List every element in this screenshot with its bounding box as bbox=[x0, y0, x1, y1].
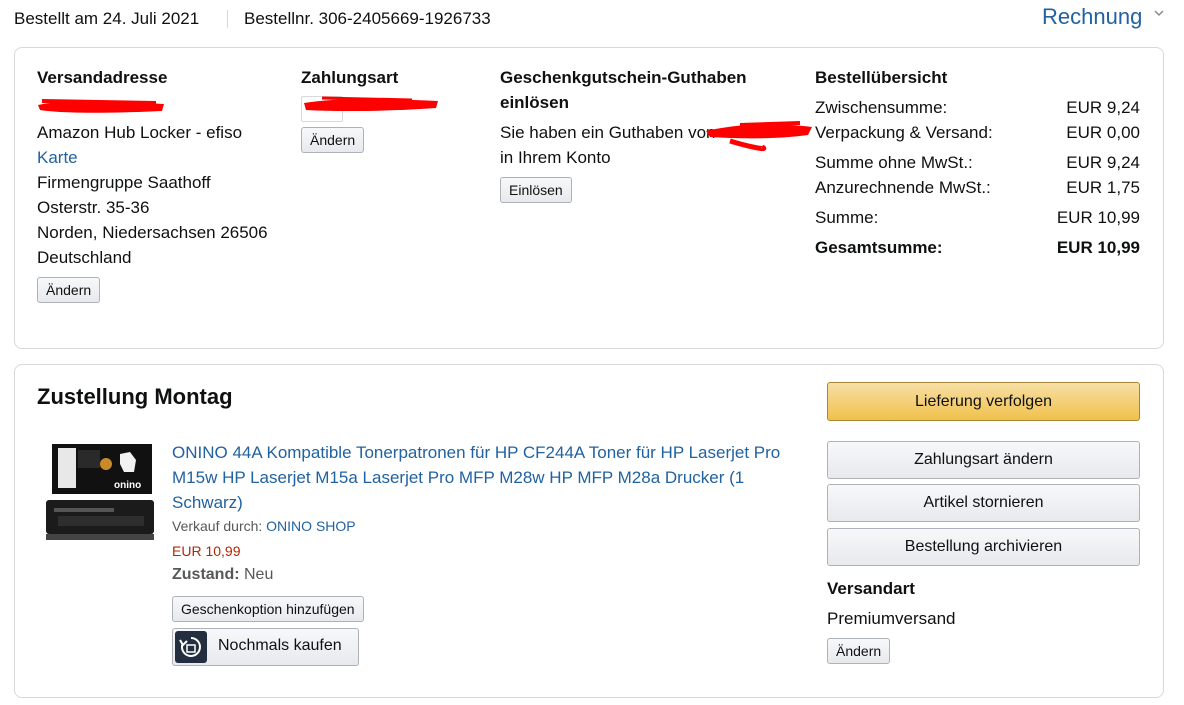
sold-by: Verkauf durch: ONINO SHOP bbox=[172, 518, 356, 534]
summary-value: EUR 10,99 bbox=[1056, 208, 1140, 227]
gift-card-heading-2: einlösen bbox=[500, 93, 569, 112]
shipping-address-heading: Versandadresse bbox=[37, 68, 168, 87]
summary-total-label: Gesamtsumme: bbox=[815, 238, 943, 257]
change-payment-button[interactable]: Ändern bbox=[301, 127, 365, 153]
sold-by-label: Verkauf durch: bbox=[172, 518, 263, 534]
gift-card-account-text: in Ihrem Konto bbox=[500, 148, 611, 167]
change-shipping-method-button[interactable]: Ändern bbox=[827, 638, 891, 664]
product-title-link[interactable]: ONINO 44A Kompatible Tonerpatronen für H… bbox=[172, 440, 802, 515]
archive-order-button[interactable]: Bestellung archivieren bbox=[827, 528, 1140, 566]
header-divider bbox=[227, 10, 228, 28]
summary-value: EUR 1,75 bbox=[1066, 178, 1140, 197]
order-header: Bestellt am 24. Juli 2021 Bestellnr. 306… bbox=[0, 0, 1184, 38]
add-gift-option-button[interactable]: Geschenkoption hinzufügen bbox=[172, 596, 364, 622]
track-package-button[interactable]: Lieferung verfolgen bbox=[827, 382, 1140, 421]
chevron-down-icon[interactable] bbox=[1152, 6, 1166, 20]
address-line-5: Deutschland bbox=[37, 248, 132, 267]
summary-value: EUR 0,00 bbox=[1066, 123, 1140, 142]
delivery-title: Zustellung Montag bbox=[37, 384, 233, 409]
order-details-box bbox=[14, 47, 1164, 349]
address-line-3: Osterstr. 35-36 bbox=[37, 198, 150, 217]
item-condition: Zustand: Neu bbox=[172, 566, 273, 584]
address-line-2: Firmengruppe Saathoff bbox=[37, 173, 211, 192]
map-link[interactable]: Karte bbox=[37, 145, 78, 170]
condition-label: Zustand: bbox=[172, 566, 240, 583]
gift-card-heading: Geschenkgutschein-Guthaben bbox=[500, 68, 747, 87]
summary-total-value: EUR 10,99 bbox=[1056, 238, 1140, 257]
gift-card-balance-text: Sie haben ein Guthaben von bbox=[500, 123, 716, 142]
order-number: Bestellnr. 306-2405669-1926733 bbox=[244, 9, 491, 28]
shipping-method-value: Premiumversand bbox=[827, 609, 956, 628]
seller-link[interactable]: ONINO SHOP bbox=[266, 518, 355, 534]
invoice-link[interactable]: Rechnung bbox=[1042, 4, 1142, 30]
order-date: Bestellt am 24. Juli 2021 bbox=[14, 9, 200, 28]
buy-again-button[interactable]: Nochmals kaufen bbox=[172, 628, 359, 666]
shipping-method-heading: Versandart bbox=[827, 579, 915, 598]
summary-label: Summe: bbox=[815, 208, 879, 227]
summary-value: EUR 9,24 bbox=[1066, 98, 1140, 117]
summary-label: Verpackung & Versand: bbox=[815, 123, 993, 142]
condition-value: Neu bbox=[244, 566, 274, 583]
address-line-1: Amazon Hub Locker - efiso bbox=[37, 123, 243, 142]
redeem-button[interactable]: Einlösen bbox=[500, 177, 572, 203]
change-payment-method-button[interactable]: Zahlungsart ändern bbox=[827, 441, 1140, 479]
payment-heading: Zahlungsart bbox=[301, 68, 399, 87]
item-price: EUR 10,99 bbox=[172, 543, 241, 559]
summary-label: Summe ohne MwSt.: bbox=[815, 153, 973, 172]
brand-logo-text: onino bbox=[114, 480, 141, 491]
change-address-button[interactable]: Ändern bbox=[37, 277, 101, 303]
summary-value: EUR 9,24 bbox=[1066, 153, 1140, 172]
buy-again-icon bbox=[175, 631, 207, 663]
address-line-4: Norden, Niedersachsen 26506 bbox=[37, 223, 268, 242]
redacted-name-mark bbox=[38, 99, 164, 113]
summary-label: Zwischensumme: bbox=[815, 98, 948, 117]
summary-label: Anzurechnende MwSt.: bbox=[815, 178, 991, 197]
redacted-payment-mark bbox=[304, 96, 438, 112]
order-summary-heading: Bestellübersicht bbox=[815, 68, 948, 87]
redacted-balance-mark bbox=[706, 121, 812, 152]
product-image[interactable]: onino bbox=[44, 442, 156, 548]
buy-again-label: Nochmals kaufen bbox=[218, 637, 342, 654]
cancel-items-button[interactable]: Artikel stornieren bbox=[827, 484, 1140, 522]
